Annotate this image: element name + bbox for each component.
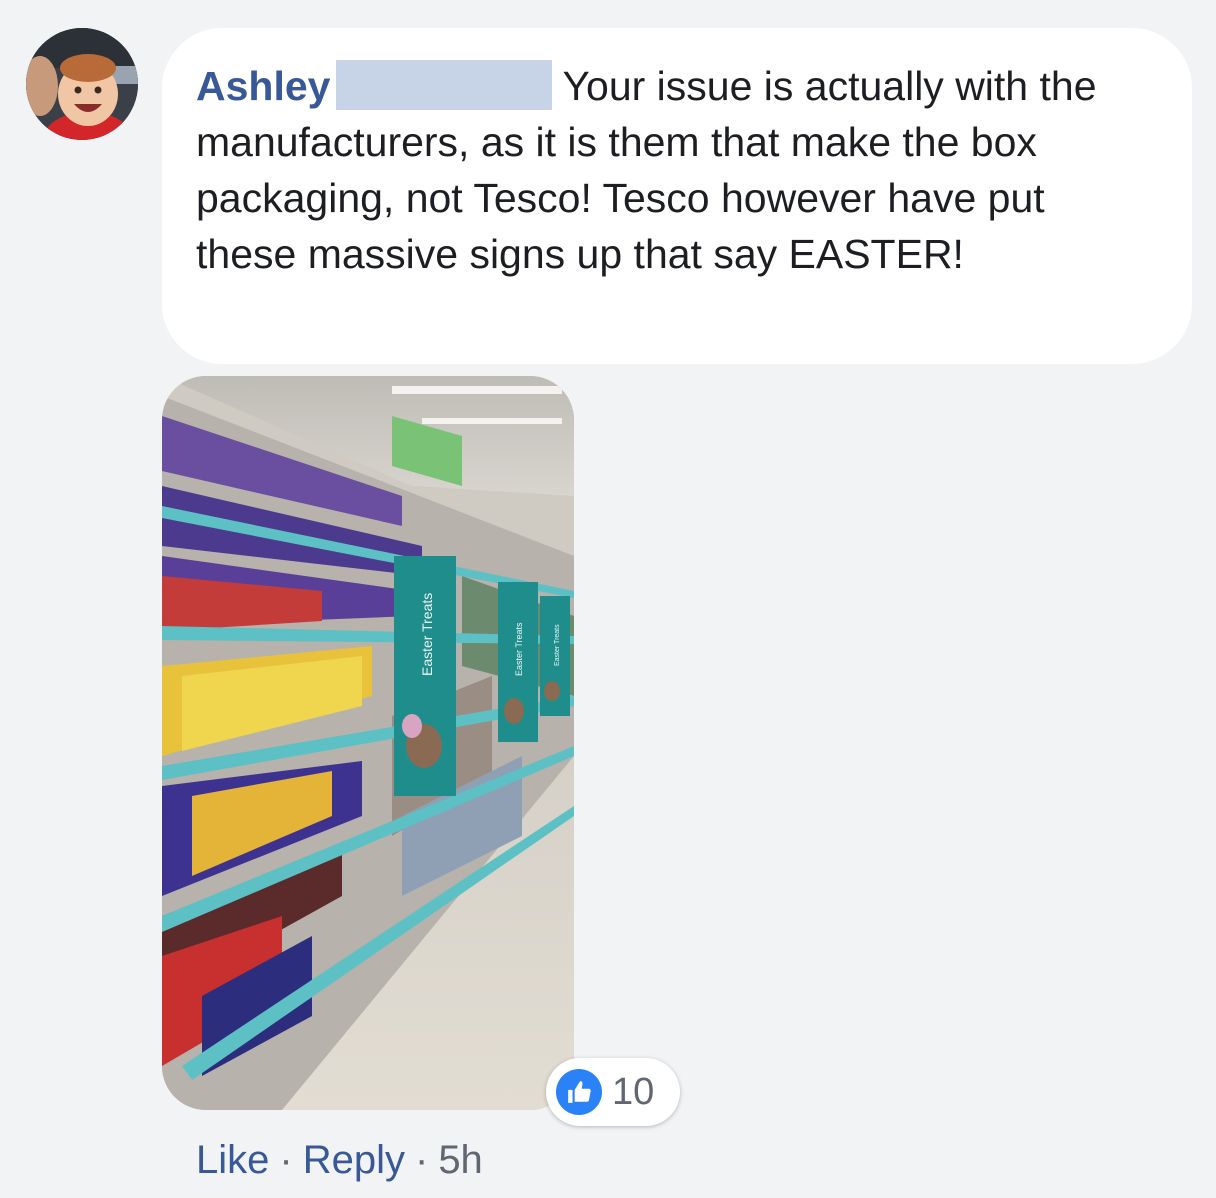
supermarket-aisle-image: Easter Treats Easter Treats Easter Treat… [162, 376, 574, 1110]
easter-sign-text: Easter Treats [419, 593, 435, 676]
reaction-count[interactable]: 10 [546, 1058, 680, 1126]
reaction-count-number: 10 [612, 1070, 655, 1113]
comment-body: Ashley Your issue is actually with the ma… [196, 58, 1152, 282]
easter-sign: Easter Treats [498, 582, 538, 742]
comment-bubble: Ashley Your issue is actually with the ma… [162, 28, 1192, 364]
easter-sign: Easter Treats [540, 596, 570, 716]
easter-sign-text: Easter Treats [514, 622, 524, 676]
comment-timestamp[interactable]: 5h [438, 1138, 483, 1182]
avatar-photo [26, 28, 138, 140]
comment-author[interactable]: Ashley [196, 63, 330, 109]
attached-photo[interactable]: Easter Treats Easter Treats Easter Treat… [162, 376, 574, 1110]
redacted-surname [336, 60, 553, 110]
easter-sign-text: Easter Treats [554, 624, 561, 666]
comment-text: Your issue is actually with the manufact… [196, 63, 1097, 277]
reply-link[interactable]: Reply [303, 1138, 405, 1182]
avatar[interactable] [26, 28, 138, 140]
separator: · [414, 1138, 429, 1182]
thumbs-up-icon [556, 1069, 602, 1115]
like-link[interactable]: Like [196, 1138, 269, 1182]
separator: · [279, 1138, 293, 1182]
easter-sign: Easter Treats [394, 556, 456, 796]
comment-actions: Like · Reply · 5h [196, 1138, 483, 1183]
